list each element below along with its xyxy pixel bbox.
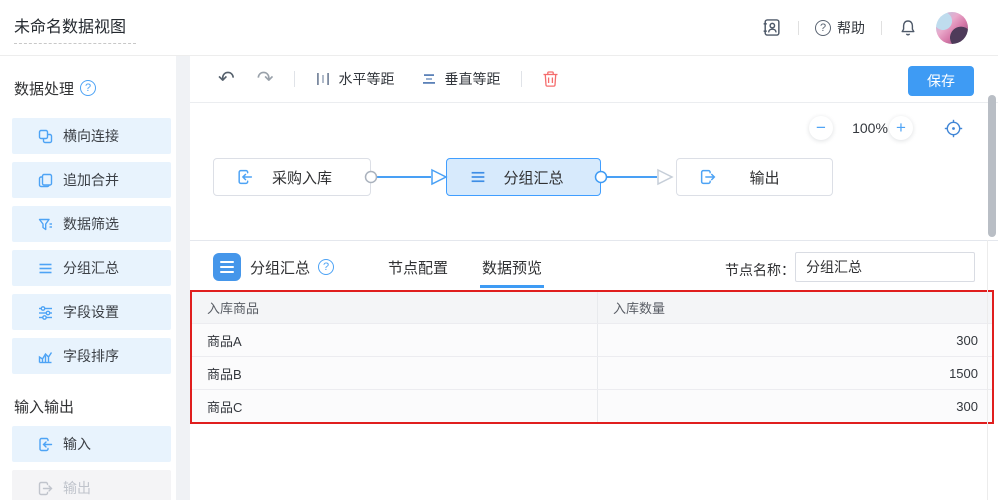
- node-input-icon: [236, 168, 254, 186]
- field-sort-icon: [37, 348, 54, 365]
- section-title-io: 输入输出: [14, 398, 176, 414]
- zoom-in-button[interactable]: +: [889, 116, 913, 140]
- cell-product: 商品B: [192, 357, 598, 389]
- sidebar-item-output: 输出: [12, 470, 171, 500]
- table-row: 商品B 1500: [192, 356, 992, 389]
- section-label: 数据处理: [14, 78, 74, 99]
- item-label: 数据筛选: [63, 214, 119, 234]
- divider: [294, 71, 295, 87]
- sidebar-item-append-merge[interactable]: 追加合并: [12, 162, 171, 198]
- column-header-quantity: 入库数量: [598, 292, 992, 323]
- flow-canvas[interactable]: − 100% + 采购入库: [190, 103, 998, 240]
- user-guide-icon[interactable]: [761, 17, 782, 38]
- help-label: 帮助: [837, 18, 865, 38]
- item-label: 横向连接: [63, 126, 119, 146]
- help-icon: ?: [815, 20, 831, 36]
- node-label: 分组汇总: [493, 167, 600, 188]
- vertical-scrollbar[interactable]: [988, 95, 996, 237]
- annotation-highlight: 入库商品 入库数量 商品A 300 商品B 1500 商品C 300: [190, 290, 994, 424]
- active-tab-indicator: [480, 285, 544, 288]
- topbar-actions: ? 帮助: [761, 12, 998, 44]
- output-icon: [37, 480, 54, 497]
- sidebar-item-data-filter[interactable]: 数据筛选: [12, 206, 171, 242]
- cell-quantity: 300: [598, 390, 992, 422]
- user-avatar[interactable]: [936, 12, 968, 44]
- crosshair-icon: [943, 118, 964, 139]
- button-label: 垂直等距: [445, 69, 501, 89]
- node-purchase-inbound[interactable]: 采购入库: [213, 158, 371, 196]
- vertical-spacing-icon: [421, 71, 437, 87]
- cell-quantity: 1500: [598, 357, 992, 389]
- join-icon: [37, 128, 54, 145]
- column-header-product: 入库商品: [192, 292, 598, 323]
- locate-center-button[interactable]: [943, 118, 964, 139]
- divider: [521, 71, 522, 87]
- field-settings-icon: [37, 304, 54, 321]
- item-label: 分组汇总: [63, 258, 119, 278]
- panel-help-icon[interactable]: ?: [318, 259, 334, 275]
- sidebar-item-horizontal-join[interactable]: 横向连接: [12, 118, 171, 154]
- top-bar: 未命名数据视图 ? 帮助: [0, 0, 998, 56]
- node-group-icon: [469, 168, 487, 186]
- cell-product: 商品C: [192, 390, 598, 422]
- node-name-input[interactable]: [795, 252, 975, 282]
- tab-node-config[interactable]: 节点配置: [388, 257, 448, 278]
- main-panel: ↶ ↷ 水平等距 垂直等距: [190, 56, 998, 500]
- section-label: 输入输出: [14, 396, 74, 417]
- item-label: 输出: [63, 478, 91, 498]
- group-summary-icon: [37, 260, 54, 277]
- sidebar: 数据处理 ? 横向连接 追加合并 数据筛选: [0, 56, 176, 500]
- help-button[interactable]: ? 帮助: [815, 18, 865, 38]
- append-icon: [37, 172, 54, 189]
- sidebar-item-field-sort[interactable]: 字段排序: [12, 338, 171, 374]
- node-group-summary[interactable]: 分组汇总: [446, 158, 601, 196]
- node-label: 采购入库: [260, 167, 370, 188]
- divider: [881, 21, 882, 35]
- table-header-row: 入库商品 入库数量: [192, 292, 992, 323]
- undo-button[interactable]: ↶: [218, 69, 235, 89]
- document-title[interactable]: 未命名数据视图: [14, 11, 136, 44]
- node-output[interactable]: 输出: [676, 158, 833, 196]
- button-label: 水平等距: [339, 69, 395, 89]
- save-button[interactable]: 保存: [908, 66, 974, 96]
- panel-title: 分组汇总: [250, 257, 310, 278]
- vertical-spacing-button[interactable]: 垂直等距: [421, 69, 501, 89]
- divider: [798, 21, 799, 35]
- delete-node-button[interactable]: [542, 70, 559, 88]
- section-help-icon[interactable]: ?: [80, 80, 96, 96]
- node-detail-panel: 分组汇总 ? 节点配置 数据预览 节点名称： 入库商品 入库数量 商品A 300…: [190, 240, 998, 500]
- filter-icon: [37, 216, 54, 233]
- horizontal-spacing-icon: [315, 71, 331, 87]
- sidebar-item-group-summary[interactable]: 分组汇总: [12, 250, 171, 286]
- section-title-processing: 数据处理 ?: [14, 80, 176, 96]
- node-label: 输出: [723, 167, 832, 188]
- item-label: 追加合并: [63, 170, 119, 190]
- item-label: 字段排序: [63, 346, 119, 366]
- bell-icon[interactable]: [898, 18, 918, 38]
- panel-scrollbar-track: [987, 240, 988, 500]
- canvas-toolbar: ↶ ↷ 水平等距 垂直等距: [190, 56, 998, 103]
- cell-quantity: 300: [598, 324, 992, 356]
- sidebar-item-input[interactable]: 输入: [12, 426, 171, 462]
- table-row: 商品A 300: [192, 323, 992, 356]
- node-name-label: 节点名称：: [725, 260, 795, 280]
- tab-data-preview[interactable]: 数据预览: [482, 257, 542, 278]
- horizontal-spacing-button[interactable]: 水平等距: [315, 69, 395, 89]
- node-output-icon: [699, 168, 717, 186]
- input-icon: [37, 436, 54, 453]
- trash-icon: [542, 70, 559, 88]
- app-window: 未命名数据视图 ? 帮助: [0, 0, 998, 500]
- sidebar-item-field-settings[interactable]: 字段设置: [12, 294, 171, 330]
- redo-button[interactable]: ↷: [257, 69, 274, 89]
- item-label: 字段设置: [63, 302, 119, 322]
- cell-product: 商品A: [192, 324, 598, 356]
- table-row: 商品C 300: [192, 389, 992, 422]
- item-label: 输入: [63, 434, 91, 454]
- zoom-out-button[interactable]: −: [809, 116, 833, 140]
- panel-group-icon: [213, 253, 241, 281]
